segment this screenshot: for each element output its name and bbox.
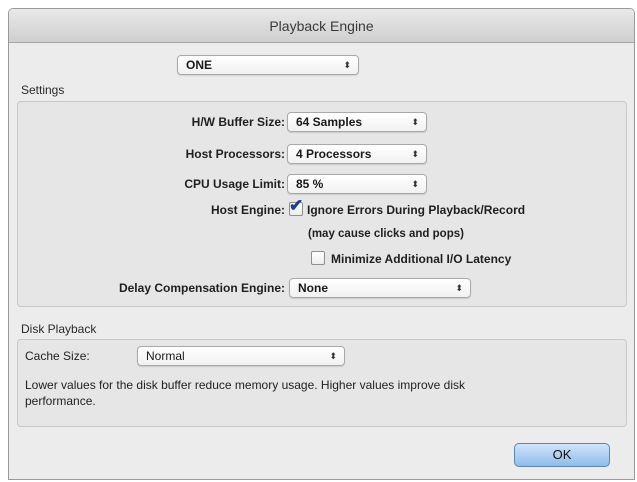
host-processors-label: Host Processors: (185, 147, 285, 161)
window-title: Playback Engine (9, 9, 634, 43)
delay-comp-value: None (298, 281, 328, 295)
disk-description: Lower values for the disk buffer reduce … (25, 378, 465, 408)
popup-arrows-icon: ⬍ (411, 179, 419, 189)
hw-buffer-select[interactable]: 64 Samples ⬍ (287, 112, 427, 132)
popup-arrows-icon: ⬍ (411, 117, 419, 127)
host-processors-select[interactable]: 4 Processors ⬍ (287, 144, 427, 164)
popup-arrows-icon: ⬍ (329, 351, 337, 361)
minimize-latency-label[interactable]: Minimize Additional I/O Latency (331, 252, 511, 266)
checkmark-icon: ✔ (289, 196, 304, 215)
minimize-latency-checkbox[interactable] (311, 251, 325, 265)
cache-size-select[interactable]: Normal ⬍ (137, 346, 345, 366)
cache-size-label: Cache Size: (25, 349, 90, 363)
cache-size-value: Normal (146, 349, 185, 363)
hw-buffer-value: 64 Samples (296, 115, 363, 129)
popup-arrows-icon: ⬍ (455, 283, 463, 293)
device-select-value: ONE (186, 58, 213, 72)
settings-heading: Settings (21, 83, 65, 97)
cpu-limit-select[interactable]: 85 % ⬍ (287, 174, 427, 194)
host-engine-label: Host Engine: (211, 203, 285, 217)
ignore-errors-checkbox[interactable]: ✔ (289, 197, 303, 216)
host-processors-value: 4 Processors (296, 147, 372, 161)
ok-button[interactable]: OK (514, 443, 610, 467)
disk-playback-heading: Disk Playback (21, 322, 97, 336)
ignore-errors-note: (may cause clicks and pops) (308, 228, 464, 240)
hw-buffer-label: H/W Buffer Size: (191, 115, 285, 129)
delay-comp-label: Delay Compensation Engine: (118, 281, 285, 295)
ignore-errors-label[interactable]: Ignore Errors During Playback/Record (307, 203, 525, 217)
delay-comp-select[interactable]: None ⬍ (289, 278, 471, 298)
cpu-limit-value: 85 % (296, 177, 324, 191)
device-select[interactable]: ONE ⬍ (177, 55, 359, 75)
playback-engine-window: Playback Engine ONE ⬍ Settings H/W Buffe… (8, 8, 635, 480)
cpu-limit-label: CPU Usage Limit: (184, 177, 285, 191)
popup-arrows-icon: ⬍ (343, 60, 351, 70)
popup-arrows-icon: ⬍ (411, 149, 419, 159)
